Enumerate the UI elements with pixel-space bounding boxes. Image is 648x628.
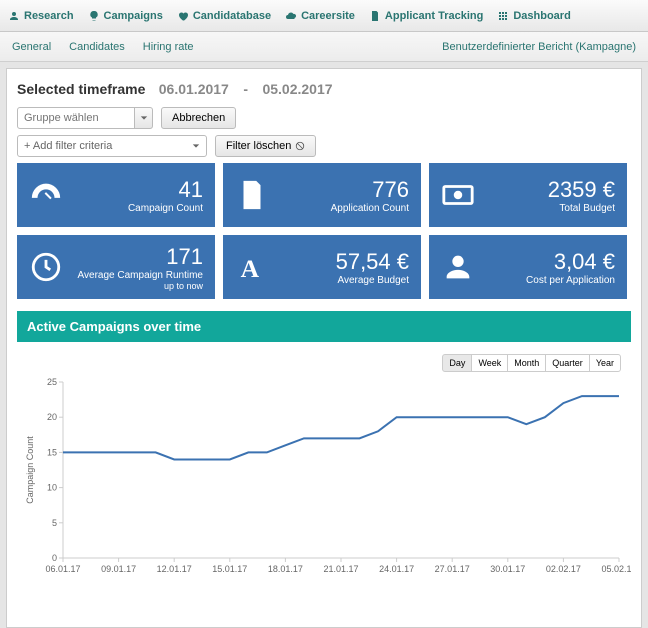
cards: 41 Campaign Count 776 Application Count … <box>17 163 631 299</box>
timeframe-label: Selected timeframe <box>17 81 145 97</box>
svg-text:24.01.17: 24.01.17 <box>379 564 414 574</box>
cancel-label: Abbrechen <box>172 112 225 124</box>
svg-text:12.01.17: 12.01.17 <box>157 564 192 574</box>
chart-panel: Day Week Month Quarter Year 0 5 10 15 20 25 06… <box>17 342 631 589</box>
svg-text:05.02.17: 05.02.17 <box>601 564 631 574</box>
card-avg-runtime: 171 Average Campaign Runtime up to now <box>17 235 215 299</box>
nav-applicant-tracking[interactable]: Applicant Tracking <box>369 10 483 22</box>
svg-text:21.01.17: 21.01.17 <box>323 564 358 574</box>
caret-down-icon <box>140 114 148 122</box>
timeframe-end: 05.02.2017 <box>262 81 332 97</box>
subnav-candidates[interactable]: Candidates <box>69 41 125 53</box>
group-select[interactable] <box>17 107 153 129</box>
filter-clear-button[interactable]: Filter löschen <box>215 135 316 157</box>
filter-add-label: + Add filter criteria <box>24 140 112 152</box>
timeframe-sep: - <box>243 81 248 97</box>
card-value: 57,54 € <box>336 249 409 275</box>
card-label: Average Budget <box>336 275 409 286</box>
svg-text:02.02.17: 02.02.17 <box>546 564 581 574</box>
nav-label: Dashboard <box>513 10 570 22</box>
timeframe-start: 06.01.2017 <box>159 81 229 97</box>
nav-campaigns[interactable]: Campaigns <box>88 10 163 22</box>
subnav-general[interactable]: General <box>12 41 51 53</box>
granularity-week[interactable]: Week <box>471 354 508 372</box>
timeframe: Selected timeframe 06.01.2017 - 05.02.20… <box>17 81 631 97</box>
card-campaign-count: 41 Campaign Count <box>17 163 215 227</box>
granularity-month[interactable]: Month <box>507 354 546 372</box>
card-label: Application Count <box>331 203 409 214</box>
file-icon <box>235 178 269 212</box>
nav-label: Campaigns <box>104 10 163 22</box>
nav-candidatabase[interactable]: Candidatabase <box>177 10 271 22</box>
granularity-year[interactable]: Year <box>589 354 621 372</box>
nav-label: Careersite <box>301 10 355 22</box>
person-icon <box>441 250 475 284</box>
card-label: Total Budget <box>548 203 615 214</box>
card-label: Average Campaign Runtime <box>78 270 203 281</box>
nav-label: Applicant Tracking <box>385 10 483 22</box>
svg-text:Campaign Count: Campaign Count <box>25 436 35 504</box>
nav-research[interactable]: Research <box>8 10 74 22</box>
subnav-custom-report[interactable]: Benutzerdefinierter Bericht (Kampagne) <box>442 41 636 53</box>
ban-icon <box>295 141 305 151</box>
money-icon <box>441 178 475 212</box>
card-total-budget: 2359 € Total Budget <box>429 163 627 227</box>
card-cost-per-application: 3,04 € Cost per Application <box>429 235 627 299</box>
subnav-hiring-rate[interactable]: Hiring rate <box>143 41 194 53</box>
cancel-button[interactable]: Abbrechen <box>161 107 236 129</box>
svg-text:30.01.17: 30.01.17 <box>490 564 525 574</box>
svg-text:18.01.17: 18.01.17 <box>268 564 303 574</box>
filter-row: + Add filter criteria Filter löschen <box>17 135 631 157</box>
grid-icon <box>497 10 509 22</box>
svg-text:06.01.17: 06.01.17 <box>45 564 80 574</box>
filter-add-select[interactable]: + Add filter criteria <box>17 135 207 157</box>
card-value: 41 <box>128 177 203 203</box>
caret-down-icon <box>192 142 200 150</box>
line-chart: 0 5 10 15 20 25 06.01.17 09.01.17 12.01.17 15.01.… <box>21 376 631 582</box>
content-panel: Selected timeframe 06.01.2017 - 05.02.20… <box>6 68 642 628</box>
cloud-icon <box>285 10 297 22</box>
heart-icon <box>177 10 189 22</box>
clock-icon <box>29 250 63 284</box>
svg-text:25: 25 <box>47 377 57 387</box>
card-application-count: 776 Application Count <box>223 163 421 227</box>
card-label: Campaign Count <box>128 203 203 214</box>
gauge-icon <box>29 178 63 212</box>
card-sublabel: up to now <box>78 281 203 291</box>
nav-label: Candidatabase <box>193 10 271 22</box>
group-input[interactable] <box>17 107 135 129</box>
group-toggle[interactable] <box>135 107 153 129</box>
svg-text:5: 5 <box>52 518 57 528</box>
nav-label: Research <box>24 10 74 22</box>
group-row: Abbrechen <box>17 107 631 129</box>
svg-text:27.01.17: 27.01.17 <box>435 564 470 574</box>
card-value: 776 <box>331 177 409 203</box>
filter-clear-label: Filter löschen <box>226 140 291 152</box>
granularity-toggle: Day Week Month Quarter Year <box>21 354 621 372</box>
document-icon <box>369 10 381 22</box>
card-avg-budget: A 57,54 € Average Budget <box>223 235 421 299</box>
nav-careersite[interactable]: Careersite <box>285 10 355 22</box>
card-value: 2359 € <box>548 177 615 203</box>
top-nav: Research Campaigns Candidatabase Careers… <box>0 0 648 32</box>
chart-title: Active Campaigns over time <box>17 311 631 342</box>
card-value: 3,04 € <box>526 249 615 275</box>
granularity-day[interactable]: Day <box>442 354 472 372</box>
sub-nav: General Candidates Hiring rate Benutzerd… <box>0 32 648 62</box>
granularity-quarter[interactable]: Quarter <box>545 354 590 372</box>
bulb-icon <box>88 10 100 22</box>
svg-text:09.01.17: 09.01.17 <box>101 564 136 574</box>
svg-text:0: 0 <box>52 553 57 563</box>
svg-text:20: 20 <box>47 412 57 422</box>
card-label: Cost per Application <box>526 275 615 286</box>
font-icon: A <box>235 250 269 284</box>
svg-text:10: 10 <box>47 483 57 493</box>
user-icon <box>8 10 20 22</box>
subnav-left: General Candidates Hiring rate <box>12 41 194 53</box>
svg-text:15.01.17: 15.01.17 <box>212 564 247 574</box>
nav-dashboard[interactable]: Dashboard <box>497 10 570 22</box>
card-value: 171 <box>78 244 203 270</box>
svg-text:15: 15 <box>47 447 57 457</box>
svg-text:A: A <box>241 254 260 283</box>
